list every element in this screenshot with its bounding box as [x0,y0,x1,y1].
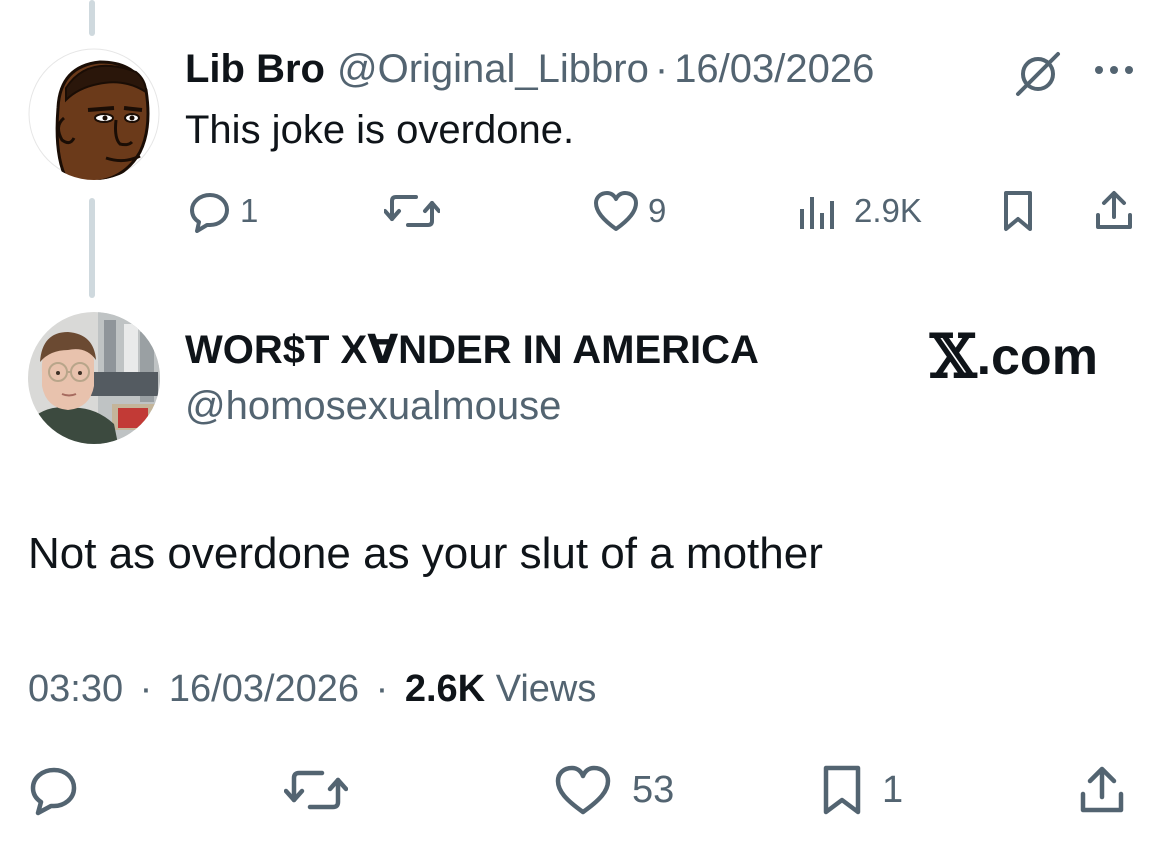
main-bookmark-button[interactable]: 1 [818,764,903,816]
tweet-meta: 03:30 · 16/03/2026 · 2.6K Views [28,666,596,712]
parent-author-name[interactable]: Lib Bro [185,46,325,92]
parent-date[interactable]: 16/03/2026 [674,46,874,92]
x-logo-suffix: .com [976,328,1098,386]
meta-separator-1: · [139,668,153,710]
main-like-button[interactable]: 53 [554,764,674,816]
tweet-views-count: 2.6K [404,668,486,710]
main-reply-button[interactable] [28,764,88,816]
tweet-time[interactable]: 03:30 [28,668,123,710]
reply-icon [190,193,229,233]
parent-like-button[interactable]: 9 [592,188,666,234]
x-logo-icon: 𝕏 [930,322,977,392]
heart-icon [594,191,638,231]
parent-reply-button[interactable]: 1 [188,188,258,234]
repost-icon [384,195,440,227]
main-author-name[interactable]: WOR$T X∀NDER IN AMERICA [185,326,759,374]
views-chart-icon [800,197,834,229]
main-tweet-text: Not as overdone as your slut of a mother [28,529,823,578]
main-share-button[interactable] [1076,764,1128,816]
parent-handle[interactable]: @Original_Libbro [337,46,649,92]
parent-views-button[interactable]: 2.9K [796,188,922,234]
heart-icon [555,765,611,815]
parent-views-count: 2.9K [854,192,922,229]
repost-icon [284,770,348,810]
reply-icon [30,767,77,816]
slashed-circle-icon[interactable] [1012,48,1064,100]
parent-tweet-header: Lib Bro @Original_Libbro · 16/03/2026 [185,46,874,92]
x-logo-watermark: 𝕏 .com [930,322,1098,392]
parent-share-button[interactable] [1092,188,1136,234]
main-avatar[interactable] [28,312,160,444]
parent-tweet-text: This joke is overdone. [185,108,575,152]
parent-repost-button[interactable] [384,188,448,234]
main-handle[interactable]: @homosexualmouse [185,382,561,430]
bookmark-icon [823,765,861,815]
main-repost-button[interactable] [284,764,356,816]
main-like-count: 53 [632,768,675,811]
bookmark-icon [1004,191,1032,231]
main-bookmark-count: 1 [882,768,904,811]
thread-line-top [89,0,95,36]
tweet-screenshot: Lib Bro @Original_Libbro · 16/03/2026 Th… [0,0,1170,865]
more-dots-icon[interactable] [1090,58,1140,82]
share-icon [1080,766,1124,813]
parent-separator: · [654,47,669,91]
share-icon [1096,191,1132,229]
tweet-views-label: Views [495,668,597,710]
parent-avatar[interactable] [28,48,160,180]
parent-bookmark-button[interactable] [998,188,1038,234]
meta-separator-2: · [375,668,389,710]
parent-like-count: 9 [648,192,667,229]
parent-reply-count: 1 [240,192,259,229]
tweet-date[interactable]: 16/03/2026 [169,668,359,710]
thread-line-bottom [89,198,95,298]
